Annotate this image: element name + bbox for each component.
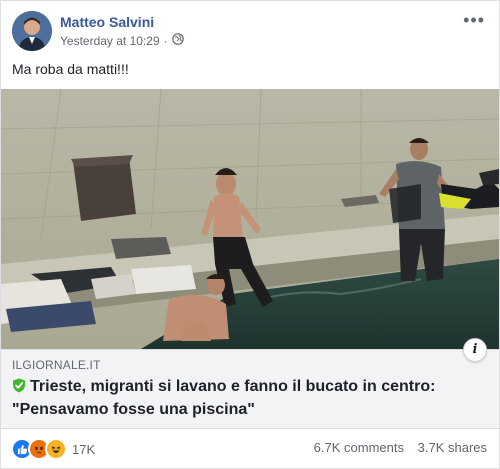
- link-headline-container[interactable]: Trieste, migranti si lavano e fanno il b…: [12, 376, 482, 420]
- link-preview-image[interactable]: [1, 89, 499, 349]
- author-name[interactable]: Matteo Salvini: [60, 14, 154, 30]
- author-avatar[interactable]: [12, 11, 52, 51]
- link-domain: ILGIORNALE.IT: [12, 358, 101, 372]
- globe-icon[interactable]: [171, 33, 184, 48]
- link-headline: Trieste, migranti si lavano e fanno il b…: [12, 378, 436, 418]
- reaction-count[interactable]: 17K: [72, 442, 95, 457]
- more-options-icon[interactable]: •••: [463, 11, 485, 29]
- post-header: Matteo Salvini Yesterday at 10:29 · •••: [12, 11, 489, 53]
- post-text: Ma roba da matti!!!: [12, 61, 129, 77]
- reactions-summary[interactable]: 17K: [11, 438, 95, 460]
- link-preview[interactable]: i ILGIORNALE.IT Trieste, migranti si lav…: [1, 338, 499, 429]
- shares-count[interactable]: 3.7K shares: [418, 440, 487, 455]
- photo-scene: [1, 89, 499, 349]
- verified-shield-icon: [12, 378, 26, 399]
- post-card: Matteo Salvini Yesterday at 10:29 · ••• …: [0, 0, 500, 469]
- post-timestamp[interactable]: Yesterday at 10:29: [60, 34, 160, 48]
- comments-count[interactable]: 6.7K comments: [314, 440, 404, 455]
- engagement-stats: 6.7K comments 3.7K shares: [304, 440, 487, 455]
- haha-icon: [45, 438, 67, 460]
- info-icon[interactable]: i: [463, 338, 487, 362]
- post-footer: 17K 6.7K comments 3.7K shares: [1, 429, 499, 467]
- dot-separator: ·: [163, 33, 168, 48]
- post-meta: Yesterday at 10:29 ·: [60, 33, 184, 48]
